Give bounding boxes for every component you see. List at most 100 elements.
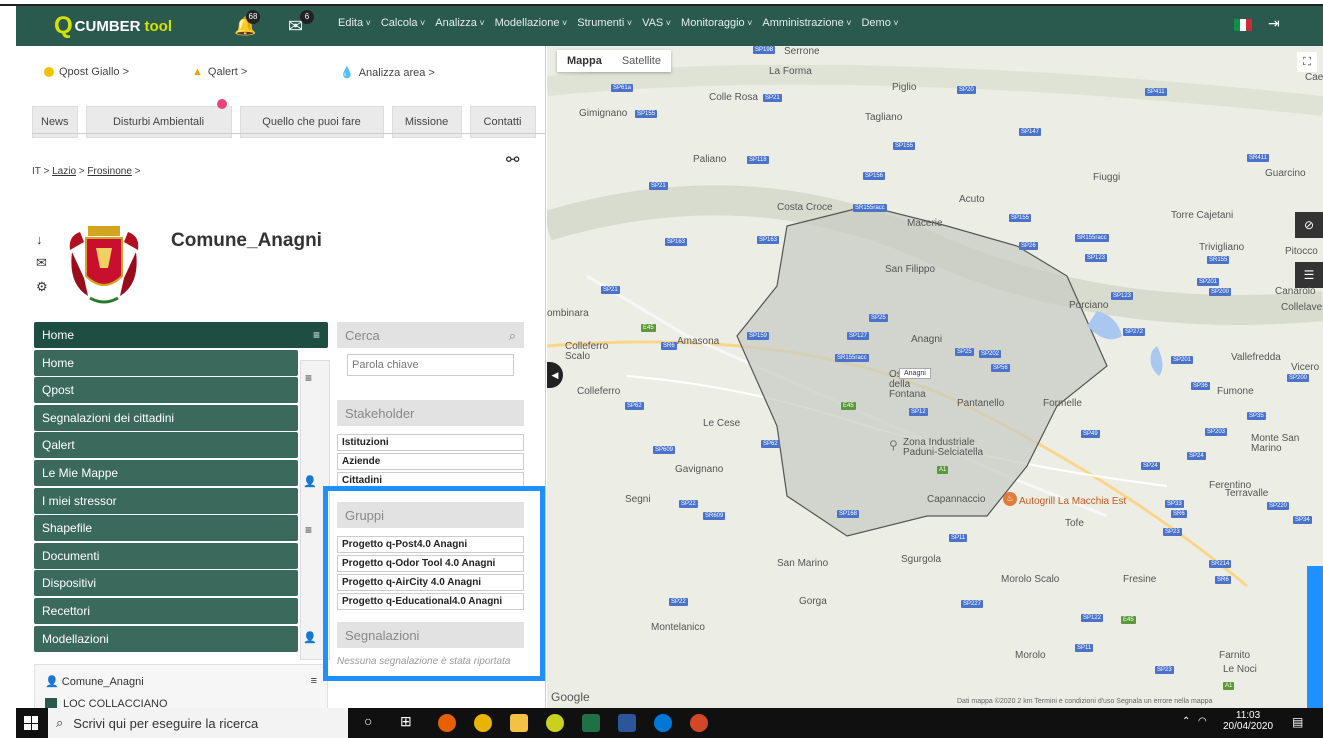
menu-modellazione[interactable]: Modellazione — [495, 17, 568, 29]
road-shield: SP127 — [847, 332, 870, 340]
logo-q-icon: Q — [54, 12, 73, 39]
stakeholder-istituzioni[interactable]: Istituzioni — [337, 434, 524, 451]
place-label: Tofe — [1065, 518, 1084, 529]
place-label: Formelle — [1043, 398, 1082, 409]
hamburger-icon[interactable]: ≡ — [311, 675, 317, 688]
wifi-icon[interactable]: ◠ — [1198, 716, 1207, 727]
nav-item-documenti[interactable]: Documenti — [34, 542, 298, 569]
road-shield: SR6 — [661, 342, 677, 350]
download-icon[interactable]: ↓ — [36, 232, 50, 247]
road-shield: SP11 — [949, 534, 968, 542]
map-tab-mappa[interactable]: Mappa — [557, 50, 612, 72]
app-icon[interactable] — [546, 714, 564, 732]
road-shield: A1 — [937, 466, 949, 474]
home-nav-dropdown: Home ≡ Home Qpost Segnalazioni dei citta… — [34, 322, 328, 652]
keyword-search-input[interactable] — [347, 354, 514, 376]
menu-monitoraggio[interactable]: Monitoraggio — [681, 17, 752, 29]
tabs-divider — [32, 133, 545, 134]
tray-chevron-icon[interactable]: ⌃ — [1182, 716, 1190, 727]
qalert-link[interactable]: ▲ Qalert > — [192, 66, 247, 78]
nav-item-qalert[interactable]: Qalert — [34, 432, 298, 459]
notification-center-icon[interactable]: ▤ — [1292, 715, 1303, 729]
taskbar-search[interactable]: ⌕ Scrivi qui per eseguire la ricerca — [48, 708, 348, 738]
skype-icon[interactable] — [654, 714, 672, 732]
stakeholder-aziende[interactable]: Aziende — [337, 453, 524, 470]
road-shield: SP203 — [1205, 428, 1228, 436]
logout-icon[interactable]: ⇥ — [1268, 15, 1280, 32]
compass-icon[interactable]: ⊘ — [1295, 212, 1323, 238]
menu-strumenti[interactable]: Strumenti — [577, 17, 632, 29]
link-icon[interactable]: ⚯ — [506, 150, 519, 170]
nav-item-le-mie-mappe[interactable]: Le Mie Mappe — [34, 459, 298, 486]
place-label: Guarcino — [1265, 168, 1306, 179]
hamburger-icon[interactable]: ≡ — [313, 328, 320, 342]
road-shield: SP220 — [1267, 502, 1290, 510]
nav-home-header[interactable]: Home ≡ — [34, 322, 328, 348]
italian-flag-icon[interactable] — [1234, 19, 1252, 31]
taskbar-search-placeholder: Scrivi qui per eseguire la ricerca — [73, 715, 259, 731]
messages-button[interactable]: ✉ 6 — [288, 10, 314, 37]
breadcrumb-frosinone[interactable]: Frosinone — [87, 166, 131, 177]
menu-analizza[interactable]: Analizza — [435, 17, 484, 29]
place-label: Fumone — [1217, 386, 1254, 397]
map-tab-satellite[interactable]: Satellite — [612, 50, 671, 72]
nav-item-home[interactable]: Home — [34, 349, 298, 376]
messages-count: 6 — [300, 10, 314, 24]
menu-demo[interactable]: Demo — [861, 17, 898, 29]
nav-item-segnalazioni[interactable]: Segnalazioni dei cittadini — [34, 404, 298, 431]
road-shield: SP49 — [1081, 430, 1100, 438]
qpost-link[interactable]: Qpost Giallo > — [44, 66, 129, 78]
nav-item-shapefile[interactable]: Shapefile — [34, 515, 298, 542]
comune-card-item[interactable]: LOC COLLACCIANO — [63, 698, 168, 708]
breadcrumb: IT > Lazio > Frosinone > — [32, 166, 141, 177]
menu-amministrazione[interactable]: Amministrazione — [762, 17, 851, 29]
analizza-area-link[interactable]: 💧 Analizza area > — [340, 66, 435, 80]
road-shield: SR155racc — [835, 354, 869, 362]
nav-item-modellazioni[interactable]: Modellazioni — [34, 625, 298, 652]
road-shield: SP24 — [1187, 452, 1206, 460]
powerpoint-icon[interactable] — [690, 714, 708, 732]
place-label: Autogrill La Macchia Est — [1019, 496, 1127, 507]
mail-icon[interactable]: ✉ — [36, 255, 50, 271]
firefox-icon[interactable] — [438, 714, 456, 732]
taskbar-clock[interactable]: 11:03 20/04/2020 — [1223, 710, 1273, 732]
breadcrumb-lazio[interactable]: Lazio — [52, 166, 76, 177]
search-label: Cerca — [345, 328, 380, 343]
map-marker-label[interactable]: Anagni — [899, 368, 931, 379]
clock-date: 20/04/2020 — [1223, 721, 1274, 732]
task-view-icon[interactable]: ⊞ — [400, 713, 412, 730]
menu-edita[interactable]: Edita — [338, 17, 371, 29]
chrome-icon[interactable] — [474, 714, 492, 732]
menu-vas[interactable]: VAS — [642, 17, 671, 29]
restaurant-pin-icon[interactable]: ♨ — [1003, 492, 1017, 506]
road-shield: SP12 — [909, 408, 928, 416]
map-view[interactable]: Mappa Satellite ⛶ ⊘ ☰ ◀ Serrone La Forma… — [547, 46, 1323, 708]
nav-item-dispositivi[interactable]: Dispositivi — [34, 570, 298, 597]
road-shield: SP155 — [893, 142, 916, 150]
road-shield: E45 — [841, 402, 856, 410]
excel-icon[interactable] — [582, 714, 600, 732]
cortana-icon[interactable]: ○ — [364, 713, 372, 729]
road-shield: SP22 — [669, 598, 688, 606]
menu-calcola[interactable]: Calcola — [381, 17, 425, 29]
gear-icon[interactable]: ⚙ — [36, 279, 50, 295]
tab-disturbi-label: Disturbi Ambientali — [112, 116, 205, 128]
notifications-button[interactable]: 🔔 68 — [234, 10, 260, 37]
map-pin-icon[interactable]: ⚲ — [889, 438, 898, 452]
search-section-header: Cerca ⌕ — [337, 322, 524, 348]
road-shield: SR6 — [1215, 576, 1231, 584]
app-logo[interactable]: Q CUMBER tool — [54, 12, 172, 39]
word-icon[interactable] — [618, 714, 636, 732]
fullscreen-icon[interactable]: ⛶ — [1297, 52, 1317, 72]
road-shield: SP25 — [869, 314, 888, 322]
road-shield: SR155racc — [1075, 234, 1109, 242]
place-label: Le Cese — [703, 418, 741, 429]
file-explorer-icon[interactable] — [510, 714, 528, 732]
nav-item-qpost[interactable]: Qpost — [34, 377, 298, 404]
search-icon[interactable]: ⌕ — [509, 328, 516, 343]
place-label: Segni — [625, 494, 651, 505]
nav-item-recettori[interactable]: Recettori — [34, 597, 298, 624]
nav-item-stressor[interactable]: I miei stressor — [34, 487, 298, 514]
layers-list-icon[interactable]: ☰ — [1295, 262, 1323, 288]
windows-start-icon[interactable] — [24, 716, 38, 730]
